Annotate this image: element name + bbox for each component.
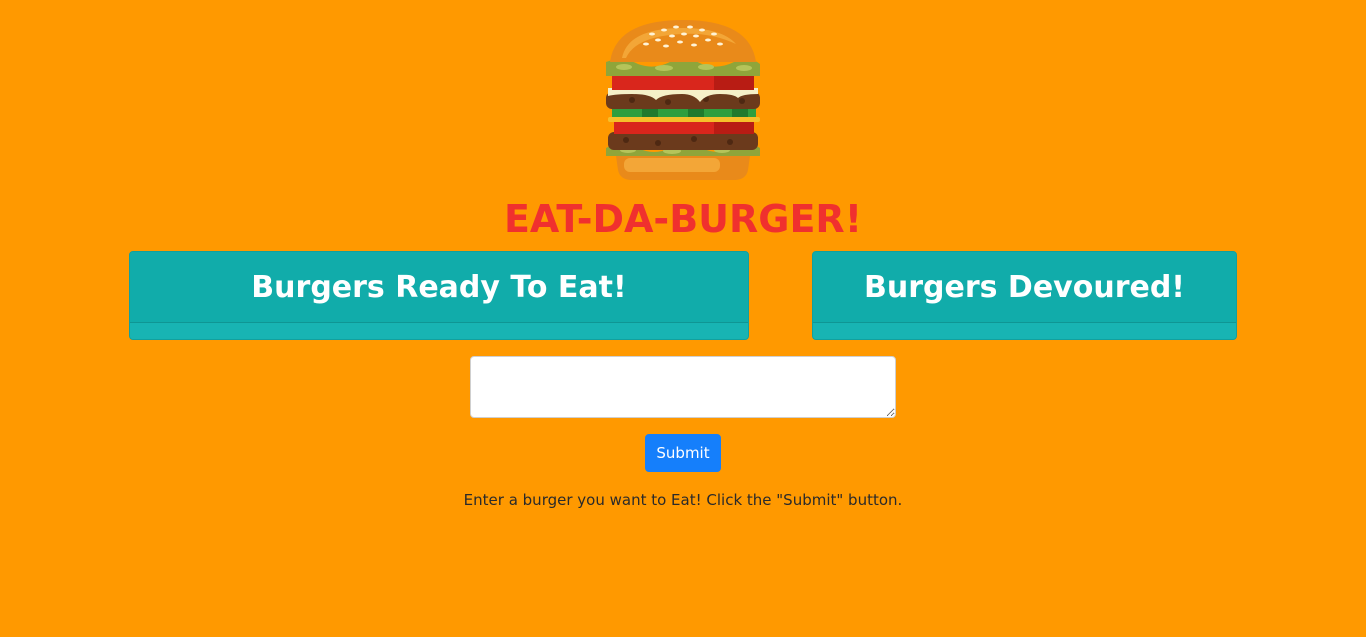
- burgers-ready-panel: Burgers Ready To Eat!: [129, 251, 749, 340]
- burgers-devoured-heading: Burgers Devoured!: [813, 252, 1236, 323]
- burger-name-input[interactable]: [470, 356, 896, 418]
- burgers-devoured-list: [813, 323, 1236, 339]
- burger-logo-icon: [606, 20, 760, 180]
- instructions-text: Enter a burger you want to Eat! Click th…: [463, 491, 903, 509]
- page-title: EAT-DA-BURGER!: [503, 197, 863, 241]
- burgers-ready-list: [130, 323, 748, 339]
- burgers-devoured-panel: Burgers Devoured!: [812, 251, 1237, 340]
- submit-button[interactable]: Submit: [645, 434, 721, 472]
- burgers-ready-heading: Burgers Ready To Eat!: [130, 252, 748, 323]
